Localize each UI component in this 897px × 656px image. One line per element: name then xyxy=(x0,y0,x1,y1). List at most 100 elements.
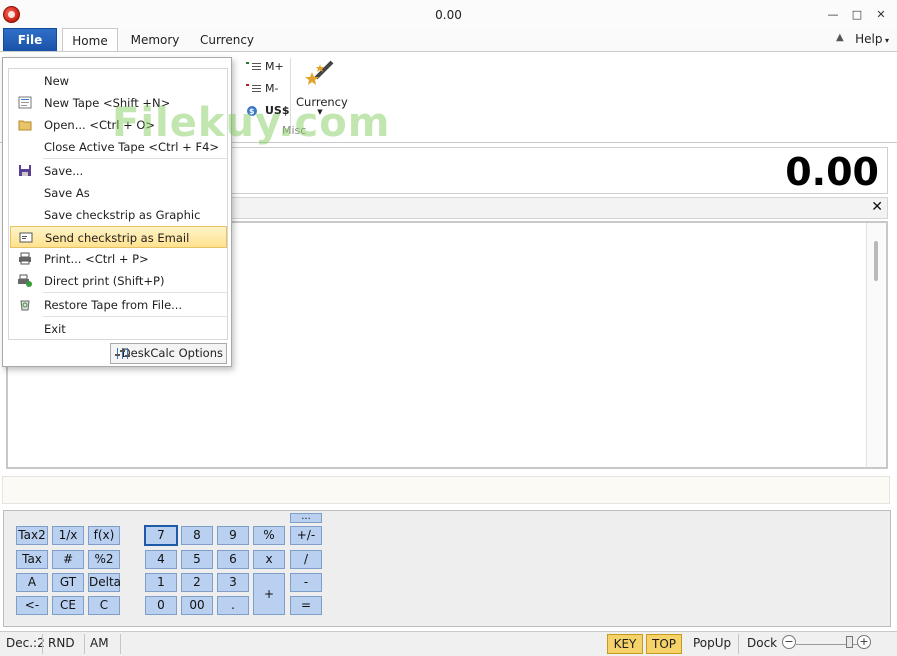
status-rounding[interactable]: RND xyxy=(48,636,75,650)
tape-scrollbar[interactable] xyxy=(866,223,886,467)
status-separator xyxy=(738,634,739,654)
key-more[interactable]: ... xyxy=(290,512,322,523)
menu-separator xyxy=(43,158,227,159)
menu-item-exit[interactable]: Exit xyxy=(10,318,227,340)
key-backspace[interactable]: <- xyxy=(16,596,48,615)
key-ce[interactable]: CE xyxy=(52,596,84,615)
key-4[interactable]: 4 xyxy=(145,550,177,569)
direct-print-icon xyxy=(18,274,32,287)
key-gt[interactable]: GT xyxy=(52,573,84,592)
key-hash[interactable]: # xyxy=(52,550,84,569)
close-tape-icon[interactable]: ✕ xyxy=(871,199,883,215)
window-title: 0.00 xyxy=(435,8,462,22)
menu-separator xyxy=(43,292,227,293)
collapse-ribbon-icon[interactable]: ▲ xyxy=(836,32,844,43)
display-value: 0.00 xyxy=(785,150,879,194)
memory-plus-icon xyxy=(246,62,261,70)
menu-item-label: Send checkstrip as Email xyxy=(45,231,190,245)
key-tax2[interactable]: Tax2 xyxy=(16,526,48,545)
tab-file[interactable]: File xyxy=(3,28,57,52)
status-key-toggle[interactable]: KEY xyxy=(607,634,643,654)
key-2[interactable]: 2 xyxy=(181,573,213,592)
menu-item-print[interactable]: Print... <Ctrl + P> xyxy=(10,248,227,270)
status-am[interactable]: AM xyxy=(90,636,109,650)
menu-item-label: Exit xyxy=(44,322,66,336)
zoom-out-button[interactable]: − xyxy=(782,635,796,649)
status-separator xyxy=(42,634,43,654)
sliders-icon xyxy=(115,348,130,359)
key-function[interactable]: f(x) xyxy=(88,526,120,545)
memory-plus-button[interactable]: M+ xyxy=(246,60,284,73)
menu-item-new[interactable]: New xyxy=(10,70,227,92)
key-reciprocal[interactable]: 1/x xyxy=(52,526,84,545)
key-equals[interactable]: = xyxy=(290,596,322,615)
key-plus-minus[interactable]: +/- xyxy=(290,526,322,545)
menu-item-send-email[interactable]: Send checkstrip as Email xyxy=(10,226,227,248)
key-8[interactable]: 8 xyxy=(181,526,213,545)
memory-minus-icon xyxy=(246,84,261,92)
folder-icon xyxy=(18,120,32,131)
key-plus[interactable]: + xyxy=(253,573,285,615)
key-a[interactable]: A xyxy=(16,573,48,592)
zoom-slider-thumb[interactable] xyxy=(846,636,853,648)
minimize-button[interactable]: — xyxy=(826,9,840,21)
menu-separator xyxy=(43,316,227,317)
restore-icon xyxy=(20,300,30,311)
key-decimal[interactable]: . xyxy=(217,596,249,615)
key-7[interactable]: 7 xyxy=(144,525,178,546)
magic-wand-icon xyxy=(305,60,334,85)
key-c[interactable]: C xyxy=(88,596,120,615)
watermark: Filekuy.com xyxy=(112,100,391,146)
memory-minus-button[interactable]: M- xyxy=(246,82,278,95)
tab-currency[interactable]: Currency xyxy=(196,28,258,52)
ribbon-tabs: File Home Memory Currency Help ▾ xyxy=(0,28,897,53)
key-percent[interactable]: % xyxy=(253,526,285,545)
tab-memory[interactable]: Memory xyxy=(126,28,184,52)
status-bar: Dec.:2 RND AM KEY TOP PopUp Dock − + xyxy=(0,631,897,656)
status-popup[interactable]: PopUp xyxy=(693,636,731,650)
zoom-in-button[interactable]: + xyxy=(857,635,871,649)
menu-item-label: Restore Tape from File... xyxy=(44,298,183,312)
key-5[interactable]: 5 xyxy=(181,550,213,569)
save-icon xyxy=(19,165,31,176)
input-strip xyxy=(2,476,890,504)
menu-item-save[interactable]: Save... xyxy=(10,160,227,182)
help-dropdown-icon: ▾ xyxy=(882,36,889,45)
key-tax[interactable]: Tax xyxy=(16,550,48,569)
maximize-button[interactable]: □ xyxy=(850,9,864,21)
key-percent2[interactable]: %2 xyxy=(88,550,120,569)
key-3[interactable]: 3 xyxy=(217,573,249,592)
tab-home[interactable]: Home xyxy=(62,28,118,53)
help-label: Help xyxy=(855,32,883,46)
scrollbar-thumb[interactable] xyxy=(874,241,878,281)
menu-item-restore-tape[interactable]: Restore Tape from File... xyxy=(10,294,227,316)
status-dock[interactable]: Dock xyxy=(747,636,777,650)
options-label: DeskCalc Options xyxy=(121,346,223,360)
menu-item-label: Direct print (Shift+P) xyxy=(44,274,165,288)
printer-icon xyxy=(19,252,31,265)
help-menu[interactable]: Help ▾ xyxy=(855,32,889,46)
key-divide[interactable]: / xyxy=(290,550,322,569)
new-tape-icon xyxy=(18,96,32,109)
status-decimals[interactable]: Dec.:2 xyxy=(6,636,45,650)
key-00[interactable]: 00 xyxy=(181,596,213,615)
menu-item-save-as[interactable]: Save As xyxy=(10,182,227,204)
key-delta[interactable]: Delta xyxy=(88,573,121,592)
key-multiply[interactable]: x xyxy=(253,550,285,569)
key-minus[interactable]: - xyxy=(290,573,322,592)
key-6[interactable]: 6 xyxy=(217,550,249,569)
status-top-toggle[interactable]: TOP xyxy=(646,634,682,654)
key-0[interactable]: 0 xyxy=(145,596,177,615)
key-1[interactable]: 1 xyxy=(145,573,177,592)
close-window-button[interactable]: ✕ xyxy=(874,9,888,21)
status-separator xyxy=(84,634,85,654)
menu-item-save-graphic[interactable]: Save checkstrip as Graphic xyxy=(10,204,227,226)
status-separator xyxy=(120,634,121,654)
menu-item-label: Print... <Ctrl + P> xyxy=(44,252,149,266)
deskcalc-options-button[interactable]: DeskCalc Options xyxy=(110,343,227,364)
memory-minus-label: M- xyxy=(265,82,279,95)
key-9[interactable]: 9 xyxy=(217,526,249,545)
title-bar: 0.00 — □ ✕ xyxy=(0,0,897,28)
memory-plus-label: M+ xyxy=(265,60,284,73)
menu-item-direct-print[interactable]: Direct print (Shift+P) xyxy=(10,270,227,292)
